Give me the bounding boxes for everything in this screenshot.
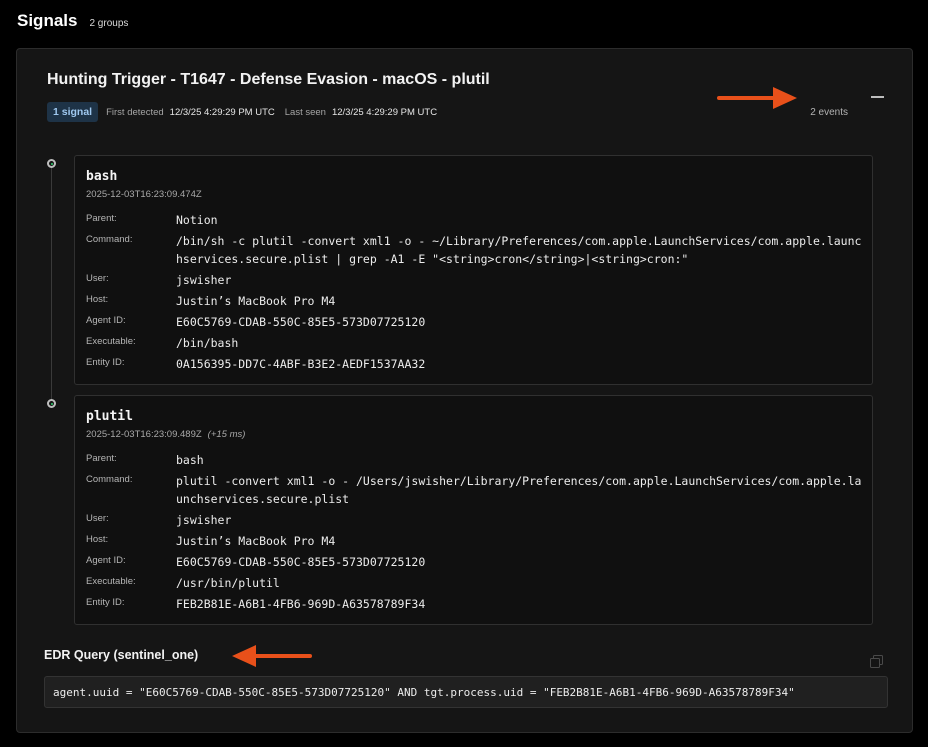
signal-meta: 1 signal First detected 12/3/25 4:29:29 … [47, 102, 447, 122]
field-value: plutil -convert xml1 -o - /Users/jswishe… [176, 474, 862, 506]
group-count: 2 groups [89, 18, 129, 29]
field-value: bash [176, 453, 204, 467]
timestamp-value: 2025-12-03T16:23:09.489Z [86, 429, 202, 440]
field-value: /bin/sh -c plutil -convert xml1 -o - ~/L… [176, 234, 862, 266]
timestamp-value: 2025-12-03T16:23:09.474Z [86, 189, 202, 200]
copy-icon[interactable] [870, 655, 883, 668]
field-value: Justin’s MacBook Pro M4 [176, 294, 336, 308]
signal-title: Hunting Trigger - T1647 - Defense Evasio… [47, 71, 490, 88]
edr-query-label: EDR Query (sentinel_one) [44, 648, 199, 662]
field-row-agent-id: Agent ID: E60C5769-CDAB-550C-85E5-573D07… [86, 553, 866, 571]
process-name: plutil [86, 409, 133, 424]
field-value: /usr/bin/plutil [176, 576, 280, 590]
field-label: Agent ID: [86, 555, 126, 566]
field-value: FEB2B81E-A6B1-4FB6-969D-A63578789F34 [176, 597, 426, 611]
field-row-executable: Executable: /bin/bash [86, 334, 866, 352]
field-value: Justin’s MacBook Pro M4 [176, 534, 336, 548]
field-row-parent: Parent: Notion [86, 211, 866, 229]
field-label: User: [86, 513, 109, 524]
process-name: bash [86, 169, 118, 184]
field-row-command: Command: /bin/sh -c plutil -convert xml1… [86, 232, 866, 268]
field-label: Executable: [86, 576, 136, 587]
field-label: Command: [86, 474, 133, 485]
first-detected-label: First detected [106, 106, 164, 118]
field-row-user: User: jswisher [86, 511, 866, 529]
field-row-agent-id: Agent ID: E60C5769-CDAB-550C-85E5-573D07… [86, 313, 866, 331]
field-label: Command: [86, 234, 133, 245]
field-row-executable: Executable: /usr/bin/plutil [86, 574, 866, 592]
field-label: Entity ID: [86, 357, 125, 368]
field-value: 0A156395-DD7C-4ABF-B3E2-AEDF1537AA32 [176, 357, 426, 371]
edr-query-text[interactable]: agent.uuid = "E60C5769-CDAB-550C-85E5-57… [53, 686, 795, 699]
field-row-host: Host: Justin’s MacBook Pro M4 [86, 292, 866, 310]
field-row-user: User: jswisher [86, 271, 866, 289]
timeline-line [51, 166, 52, 406]
timeline-node-2 [47, 399, 56, 408]
field-label: Host: [86, 294, 109, 305]
arrow-icon [717, 87, 797, 109]
field-label: Executable: [86, 336, 136, 347]
process-card-bash: bash 2025-12-03T16:23:09.474Z Parent: No… [74, 155, 873, 385]
field-row-entity-id: Entity ID: 0A156395-DD7C-4ABF-B3E2-AEDF1… [86, 355, 866, 373]
events-count: 2 events [810, 107, 848, 118]
minus-icon[interactable] [871, 96, 884, 98]
field-label: Parent: [86, 213, 117, 224]
first-detected-value: 12/3/25 4:29:29 PM UTC [169, 106, 275, 118]
field-row-host: Host: Justin’s MacBook Pro M4 [86, 532, 866, 550]
field-value: E60C5769-CDAB-550C-85E5-573D07725120 [176, 315, 426, 329]
timeline-node-1 [47, 159, 56, 168]
field-value: E60C5769-CDAB-550C-85E5-573D07725120 [176, 555, 426, 569]
field-row-command: Command: plutil -convert xml1 -o - /User… [86, 472, 866, 508]
arrow-icon [232, 645, 312, 667]
process-card-plutil: plutil 2025-12-03T16:23:09.489Z (+15 ms) … [74, 395, 873, 625]
field-label: Host: [86, 534, 109, 545]
field-value: jswisher [176, 513, 232, 527]
field-row-entity-id: Entity ID: FEB2B81E-A6B1-4FB6-969D-A6357… [86, 595, 866, 613]
signal-count-badge: 1 signal [47, 102, 99, 122]
signal-card: Hunting Trigger - T1647 - Defense Evasio… [16, 48, 913, 733]
page-title: Signals [17, 11, 78, 30]
page-header: Signals 2 groups [17, 11, 128, 31]
last-seen-value: 12/3/25 4:29:29 PM UTC [331, 106, 438, 118]
field-row-parent: Parent: bash [86, 451, 866, 469]
field-value: jswisher [176, 273, 232, 287]
field-label: Parent: [86, 453, 117, 464]
field-label: Entity ID: [86, 597, 125, 608]
field-label: User: [86, 273, 109, 284]
process-timestamp: 2025-12-03T16:23:09.489Z (+15 ms) [86, 429, 245, 440]
edr-query-box[interactable]: agent.uuid = "E60C5769-CDAB-550C-85E5-57… [44, 676, 888, 708]
field-value: Notion [176, 213, 218, 227]
last-seen-label: Last seen [284, 106, 326, 118]
field-label: Agent ID: [86, 315, 126, 326]
time-delta: (+15 ms) [207, 429, 246, 440]
field-value: /bin/bash [176, 336, 239, 350]
process-timestamp: 2025-12-03T16:23:09.474Z [86, 189, 202, 200]
